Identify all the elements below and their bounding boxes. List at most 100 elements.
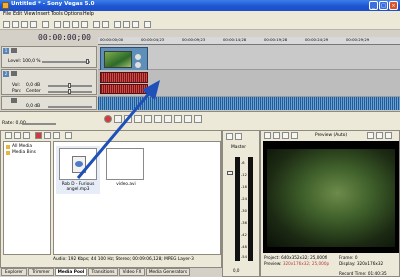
vegas-app-icon [2, 2, 9, 9]
help-icon[interactable] [144, 21, 151, 28]
paste-icon[interactable] [72, 21, 79, 28]
volume-knob[interactable] [68, 83, 71, 88]
pan-value: Center [26, 89, 41, 94]
record-button[interactable] [104, 115, 112, 123]
preview-fx-icon[interactable] [282, 132, 289, 139]
meter-scale: -6 -12 -18 -24 -30 -36 -42 -48 -54 [241, 157, 248, 261]
film-icon [11, 48, 17, 53]
media-properties-icon[interactable] [53, 132, 60, 139]
audio-lane [98, 70, 400, 96]
timeline-ruler[interactable]: 00:00:00;00 00:00:04;23 00:00:09;23 00:0… [98, 37, 400, 45]
music-waveform[interactable] [98, 97, 400, 110]
menu-view[interactable]: View [24, 11, 35, 19]
display-info: Display: 320x176x32 [339, 261, 383, 266]
event-pan-crop-icon[interactable] [135, 62, 141, 68]
delete-icon[interactable] [81, 21, 88, 28]
tab-transitions[interactable]: Transitions [88, 268, 118, 276]
play-from-start-button[interactable] [124, 115, 132, 123]
copy-icon[interactable] [63, 21, 70, 28]
video-track-header[interactable]: 1 Level: 100,0 % [1, 46, 97, 68]
audio-track-header-3[interactable]: 0,0 dB [1, 96, 97, 110]
properties-icon[interactable] [30, 21, 37, 28]
audio-event-waveform[interactable] [100, 72, 148, 83]
open-icon[interactable] [12, 21, 19, 28]
menu-edit[interactable]: Edit [13, 11, 22, 19]
tree-item-media-bins[interactable]: Media Bins [12, 150, 36, 155]
volume-slider[interactable] [48, 106, 92, 108]
tab-media-generators[interactable]: Media Generators [146, 268, 190, 276]
menu-options[interactable]: Options [64, 11, 83, 19]
tree-item-all-media[interactable]: All Media [12, 144, 32, 149]
get-media-icon[interactable] [23, 132, 30, 139]
menu-help[interactable]: Help [83, 11, 94, 19]
master-fader[interactable] [227, 171, 233, 175]
import-media-icon[interactable] [5, 132, 12, 139]
next-frame-button[interactable] [194, 115, 202, 123]
go-to-start-button[interactable] [164, 115, 172, 123]
file-thumbnail[interactable] [59, 148, 97, 180]
new-project-icon[interactable] [3, 21, 10, 28]
cut-icon[interactable] [54, 21, 61, 28]
tab-explorer[interactable]: Explorer [1, 268, 27, 276]
audio-event-waveform[interactable] [100, 84, 148, 94]
preview-quality-dropdown[interactable]: Preview (Auto) [315, 133, 347, 138]
preview-properties-icon[interactable] [264, 132, 271, 139]
menu-insert[interactable]: Insert [36, 11, 50, 19]
minimize-button[interactable]: _ [369, 1, 378, 10]
loop-button[interactable] [114, 115, 122, 123]
redo-icon[interactable] [102, 21, 109, 28]
file-thumbnail[interactable] [106, 148, 144, 180]
meter-tick: -48 [241, 245, 247, 249]
pan-knob[interactable] [68, 89, 71, 94]
pause-button[interactable] [144, 115, 152, 123]
window-docking-tabs: Explorer Trimmer Media Pool Transitions … [0, 268, 222, 277]
save-icon[interactable] [21, 21, 28, 28]
frame-value: 0 [354, 255, 358, 260]
capture-icon[interactable] [14, 132, 21, 139]
normal-edit-tool-icon[interactable] [114, 21, 121, 28]
meter-tick: -12 [241, 173, 247, 177]
timeline-tracks[interactable] [98, 45, 400, 111]
master-mute-icon[interactable] [235, 133, 242, 140]
maximize-button[interactable]: □ [379, 1, 388, 10]
go-to-end-button[interactable] [174, 115, 182, 123]
tab-video-fx[interactable]: Video FX [119, 268, 145, 276]
file-name[interactable]: Rob D - Furious angel.mp3 [54, 182, 102, 192]
event-fx-icon[interactable] [135, 54, 141, 60]
rate-slider[interactable] [22, 123, 56, 125]
save-snapshot-icon[interactable] [385, 132, 392, 139]
window-title: Untitled * - Sony Vegas 5.0 [11, 1, 95, 7]
play-button[interactable] [134, 115, 142, 123]
file-name[interactable]: video.avi [106, 182, 146, 187]
master-fx-icon[interactable] [226, 133, 233, 140]
video-preview-panel: Preview (Auto) Project: 640x352x32; 25,0… [260, 130, 400, 277]
video-level-slider[interactable] [42, 61, 90, 63]
display-label: Display: [339, 261, 356, 266]
copy-snapshot-icon[interactable] [376, 132, 383, 139]
prev-frame-button[interactable] [184, 115, 192, 123]
menu-file[interactable]: File [3, 11, 11, 19]
ruler-label: 00:00:29;29 [346, 37, 370, 42]
envelope-tool-icon[interactable] [123, 21, 130, 28]
timecode-display: 00:00:00;00 [38, 33, 91, 42]
split-screen-icon[interactable] [291, 132, 298, 139]
zoom-tool-icon[interactable] [132, 21, 139, 28]
media-fx-icon[interactable] [44, 132, 51, 139]
stop-button[interactable] [154, 115, 162, 123]
close-button[interactable]: × [389, 1, 398, 10]
render-icon[interactable] [42, 21, 49, 28]
tab-media-pool[interactable]: Media Pool [55, 268, 87, 276]
video-event[interactable] [100, 47, 148, 71]
overlays-icon[interactable] [367, 132, 374, 139]
title-bar: Untitled * - Sony Vegas 5.0 _ □ × [0, 0, 400, 11]
remove-media-icon[interactable] [35, 132, 42, 139]
external-monitor-icon[interactable] [273, 132, 280, 139]
video-level-knob[interactable] [86, 59, 89, 64]
menu-tools[interactable]: Tools [51, 11, 63, 19]
undo-icon[interactable] [93, 21, 100, 28]
project-info: Project: 640x352x32; 25,000fi [264, 255, 327, 260]
tab-trimmer[interactable]: Trimmer [28, 268, 54, 276]
frame-label: Frame: [339, 255, 354, 260]
views-icon[interactable] [65, 132, 72, 139]
audio-track-header[interactable]: 2 Vol: 0,0 dB Pan: Center [1, 69, 97, 95]
